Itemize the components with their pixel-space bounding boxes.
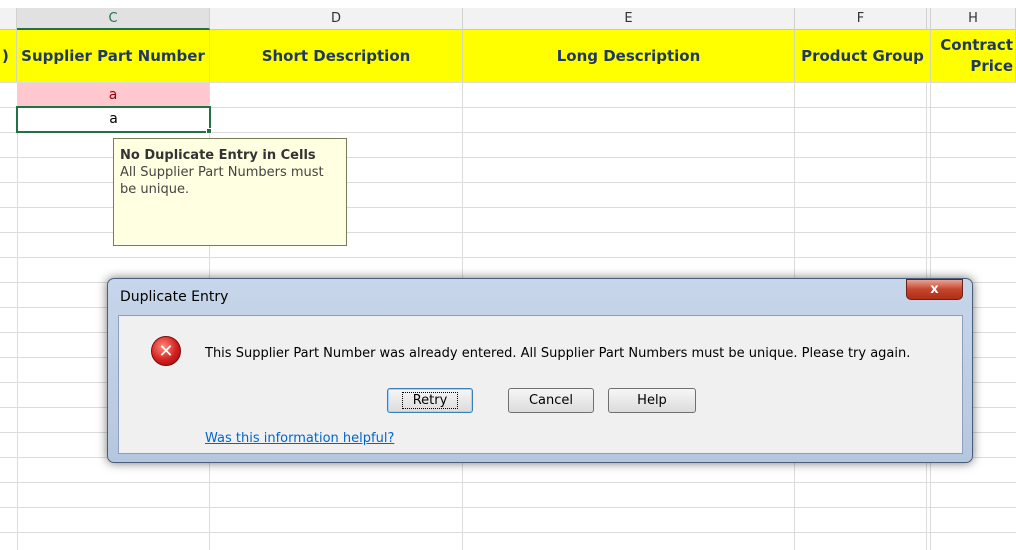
help-button[interactable]: Help [608,388,696,413]
column-header-e[interactable]: E [463,8,795,30]
retry-button[interactable]: Retry [387,388,473,413]
cell-c-active[interactable]: a [16,106,211,133]
note-title: No Duplicate Entry in Cells [120,148,316,163]
close-button[interactable]: x [906,279,963,300]
grid-line-v [17,82,18,550]
header-supplier-part-number[interactable]: Supplier Part Number [17,30,210,82]
note-body: All Supplier Part Numbers must be unique… [120,165,324,197]
dialog-body: ✕ This Supplier Part Number was already … [118,315,963,454]
grid-line-h [0,257,1016,258]
header-long-description[interactable]: Long Description [463,30,795,82]
duplicate-entry-dialog: Duplicate Entry x ✕ This Supplier Part N… [107,278,973,463]
column-header-b[interactable] [0,8,17,30]
cell-c-duplicate[interactable]: a [17,83,209,107]
column-header-f[interactable]: F [795,8,927,30]
cancel-button[interactable]: Cancel [508,388,594,413]
header-cell-partial[interactable]: ) [0,30,17,82]
fill-handle[interactable] [206,128,212,134]
header-short-description[interactable]: Short Description [210,30,463,82]
column-header-h[interactable]: H [931,8,1016,30]
helpful-link[interactable]: Was this information helpful? [205,431,394,446]
grid-line-h [0,482,1016,483]
retry-label: Retry [401,392,459,409]
dialog-title: Duplicate Entry [120,289,229,305]
grid-line-h [0,532,1016,533]
dialog-message: This Supplier Part Number was already en… [205,346,911,361]
input-message-note: No Duplicate Entry in Cells All Supplier… [113,138,347,246]
grid-line-h [0,507,1016,508]
header-product-group[interactable]: Product Group [795,30,931,82]
header-contract-price[interactable]: Contract Price [931,30,1016,82]
column-header-d[interactable]: D [210,8,463,30]
error-icon: ✕ [151,336,181,366]
column-header-c[interactable]: C [17,8,210,30]
